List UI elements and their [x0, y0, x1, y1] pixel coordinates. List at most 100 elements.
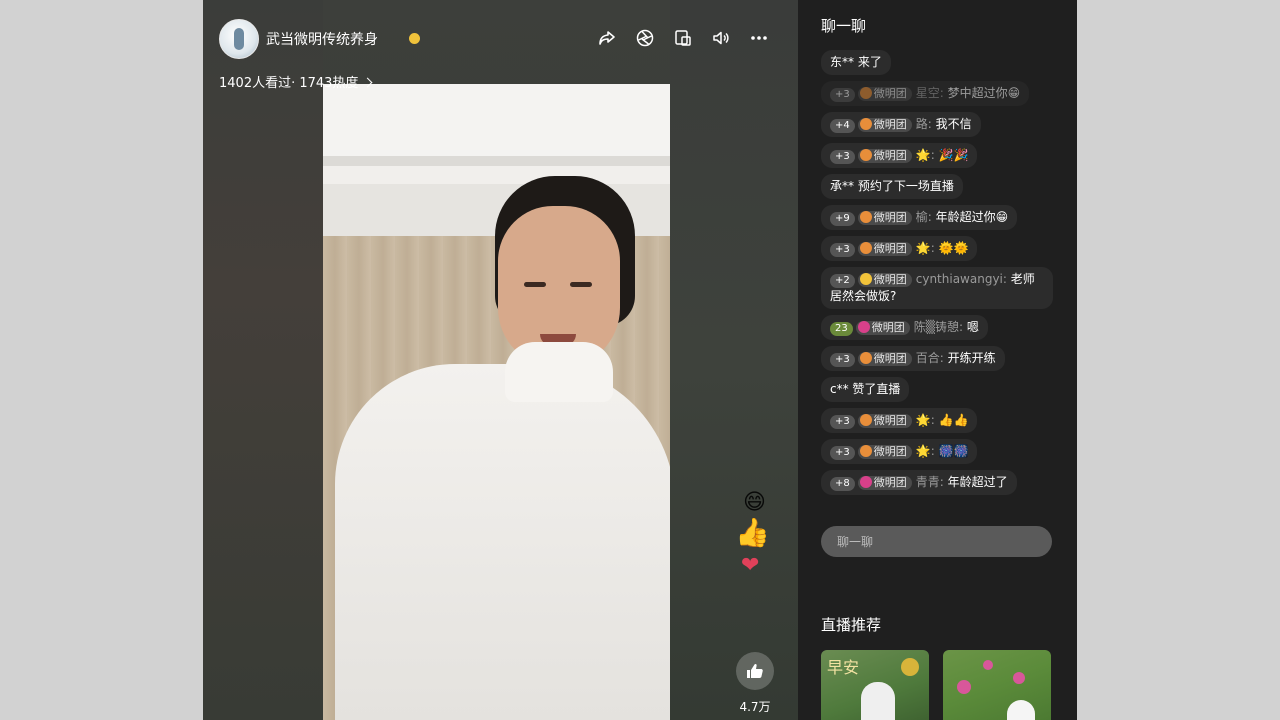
- fan-badge-icon: [859, 476, 872, 488]
- system-message: c** 赞了直播: [821, 377, 910, 402]
- chat-message: +8 微明团 青青: 年龄超过了: [821, 470, 1053, 501]
- fan-badge-icon: [859, 211, 872, 223]
- chat-panel: 聊一聊 东** 来了 +3 微明团 星空: 梦中超过你😁 +4 微明团 路: 我不信 +3 微明…: [798, 0, 1077, 720]
- username[interactable]: 🌟:: [916, 444, 935, 458]
- message-text: 开练开练: [947, 351, 996, 365]
- username[interactable]: 青青:: [916, 475, 944, 489]
- video-blur-left: [203, 0, 323, 720]
- user-message-bubble: +3 微明团 百合: 开练开练: [821, 346, 1005, 371]
- chat-message: +9 微明团 榆: 年龄超过你😁: [821, 205, 1053, 236]
- message-text: 我不信: [935, 117, 972, 131]
- chat-input[interactable]: [821, 526, 1052, 557]
- user-level-badge: +4: [830, 119, 855, 133]
- chat-input-box[interactable]: [821, 526, 1052, 557]
- avatar-figure: [234, 28, 244, 50]
- channel-name[interactable]: 武当微明传统养身: [266, 29, 378, 49]
- flower-shape: [983, 660, 993, 670]
- system-message: 东** 来了: [821, 50, 891, 75]
- fan-club-name: 微明团: [873, 414, 907, 427]
- username[interactable]: 🌟:: [916, 148, 935, 162]
- system-message: 承** 预约了下一场直播: [821, 174, 963, 199]
- fan-club-badge: 微明团: [857, 242, 912, 256]
- message-text: 梦中超过你😁: [947, 86, 1021, 100]
- user-message-bubble: +3 微明团 星空: 梦中超过你😁: [821, 81, 1030, 106]
- chat-message: +4 微明团 路: 我不信: [821, 112, 1053, 143]
- fan-badge-icon: [859, 87, 872, 99]
- user-message-bubble: +4 微明团 路: 我不信: [821, 112, 981, 137]
- like-count: 4.7万: [739, 700, 771, 714]
- message-text: 🎆🎆: [938, 444, 969, 458]
- fan-badge-icon: [859, 273, 872, 285]
- recommend-card[interactable]: 早安: [821, 650, 929, 720]
- chat-message: +3 微明团 🌟: 🌞🌞: [821, 236, 1053, 267]
- fan-club-badge: 微明团: [857, 149, 912, 163]
- fan-club-badge: 微明团: [857, 352, 912, 366]
- chat-message: 承** 预约了下一场直播: [821, 174, 1053, 205]
- share-icon[interactable]: [597, 28, 617, 48]
- user-message-bubble: +8 微明团 青青: 年龄超过了: [821, 470, 1017, 495]
- message-text: 年龄超过了: [947, 475, 1008, 489]
- username[interactable]: 星空:: [916, 86, 944, 100]
- view-stats-link[interactable]: 1402人看过· 1743热度: [219, 72, 373, 91]
- fan-club-name: 微明团: [873, 149, 907, 162]
- picture-in-picture-icon[interactable]: [673, 28, 693, 48]
- fan-club-name: 微明团: [871, 321, 905, 334]
- fan-club-name: 微明团: [873, 87, 907, 100]
- recommend-card[interactable]: [943, 650, 1051, 720]
- fan-club-badge: 微明团: [857, 211, 912, 225]
- user-level-badge: +3: [830, 88, 855, 102]
- username[interactable]: 🌟:: [916, 413, 935, 427]
- chat-message: +3 微明团 百合: 开练开练: [821, 346, 1053, 377]
- fan-badge-icon: [859, 414, 872, 426]
- more-icon[interactable]: [749, 28, 769, 48]
- volume-icon[interactable]: [711, 28, 731, 48]
- white-robe: [335, 364, 670, 720]
- video-blur-right: [670, 0, 798, 720]
- chat-message: 东** 来了: [821, 50, 1053, 81]
- avatar[interactable]: [219, 19, 259, 59]
- chat-message: +3 微明团 🌟: 🎉🎉: [821, 143, 1053, 174]
- chat-message: +3 微明团 星空: 梦中超过你😁: [821, 81, 1053, 112]
- fan-club-badge: 微明团: [857, 414, 912, 428]
- fan-badge-icon: [859, 149, 872, 161]
- user-message-bubble: +9 微明团 榆: 年龄超过你😁: [821, 205, 1018, 230]
- fan-club-name: 微明团: [873, 476, 907, 489]
- fan-club-name: 微明团: [873, 211, 907, 224]
- username[interactable]: 路:: [916, 117, 932, 131]
- username[interactable]: 🌟:: [916, 241, 935, 255]
- username[interactable]: 百合:: [916, 351, 944, 365]
- user-level-badge: +8: [830, 477, 855, 491]
- verified-badge-icon: [409, 33, 420, 44]
- fan-badge-icon: [859, 352, 872, 364]
- user-message-bubble: 23 微明团 陈▒铸憩: 嗯: [821, 315, 988, 340]
- username[interactable]: cynthiawangyi:: [916, 272, 1007, 286]
- fan-badge-icon: [859, 445, 872, 457]
- user-message-bubble: +2 微明团 cynthiawangyi: 老师居然会做饭?: [821, 267, 1053, 309]
- username[interactable]: 榆:: [916, 210, 932, 224]
- fan-club-name: 微明团: [873, 118, 907, 131]
- view-stats: 1402人看过· 1743热度: [219, 76, 359, 91]
- fan-club-name: 微明团: [873, 273, 907, 286]
- fan-club-name: 微明团: [873, 352, 907, 365]
- chat-message: c** 赞了直播: [821, 377, 1053, 408]
- chat-message-list[interactable]: 东** 来了 +3 微明团 星空: 梦中超过你😁 +4 微明团 路: 我不信 +3 微明团 🌟: …: [821, 50, 1053, 501]
- live-video-player[interactable]: 武当微明传统养身 1402人看过· 1743热度 😄 👍 ❤ 4.7万: [203, 0, 798, 720]
- aperture-icon[interactable]: [635, 28, 655, 48]
- message-text: 嗯: [966, 320, 979, 334]
- user-level-badge: +2: [830, 274, 855, 288]
- performer-figure: [861, 682, 895, 720]
- heart-emoji-icon: ❤: [741, 553, 760, 578]
- thumbs-up-emoji-icon: 👍: [735, 516, 770, 549]
- username[interactable]: 陈▒铸憩:: [914, 320, 963, 334]
- like-button[interactable]: [736, 652, 774, 690]
- user-level-badge: +3: [830, 243, 855, 257]
- fan-club-name: 微明团: [873, 445, 907, 458]
- right-eye: [570, 282, 592, 287]
- fan-club-badge: 微明团: [857, 273, 912, 287]
- fan-club-badge: 微明团: [857, 445, 912, 459]
- robe-collar: [505, 342, 613, 402]
- left-eye: [524, 282, 546, 287]
- user-level-badge: +3: [830, 446, 855, 460]
- live-badge-icon: [901, 658, 919, 676]
- fan-club-badge: 微明团: [857, 476, 912, 490]
